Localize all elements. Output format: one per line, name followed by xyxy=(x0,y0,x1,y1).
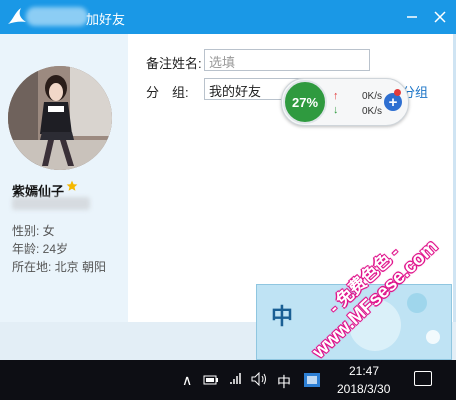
window-title: 加好友 xyxy=(86,12,126,27)
avatar xyxy=(8,66,112,170)
speedup-button[interactable]: + xyxy=(384,93,402,111)
notification-dot xyxy=(394,89,401,96)
show-hidden-icons-button[interactable]: ∧ xyxy=(182,372,192,389)
title-bar: 加好友 xyxy=(0,0,456,34)
network-speed-widget[interactable]: 27% ↑ 0K/s ↓ 0K/s + xyxy=(281,78,409,126)
battery-icon[interactable] xyxy=(203,374,219,386)
download-speed: 0K/s xyxy=(362,106,383,117)
blurred-account-id xyxy=(12,197,90,210)
group-select-value: 我的好友 xyxy=(209,84,262,99)
remark-input[interactable]: 选填 xyxy=(204,49,370,71)
download-arrow-icon: ↓ xyxy=(333,104,339,116)
app-tray-icon[interactable] xyxy=(303,372,321,388)
ime-switch-banner: 中 xyxy=(256,284,452,360)
clock-date[interactable]: 2018/3/30 xyxy=(337,382,390,396)
upload-arrow-icon: ↑ xyxy=(333,90,339,102)
avatar-photo xyxy=(8,66,112,170)
ime-banner-decoration xyxy=(349,293,440,351)
volume-icon[interactable] xyxy=(251,372,269,386)
taskbar: ∧ 中 21:47 2018/3/30 xyxy=(0,360,456,400)
remark-placeholder: 选填 xyxy=(209,55,236,70)
minimize-button[interactable] xyxy=(401,6,423,28)
location-info: 所在地: 北京 朝阳 xyxy=(12,260,107,274)
wifi-icon[interactable] xyxy=(229,372,245,386)
close-button[interactable] xyxy=(429,6,451,28)
upload-speed: 0K/s xyxy=(362,91,383,102)
usage-gauge: 27% xyxy=(283,80,327,124)
clock-time[interactable]: 21:47 xyxy=(349,364,379,378)
age-info: 年龄: 24岁 xyxy=(12,242,69,256)
gender-info: 性别: 女 xyxy=(12,224,55,238)
usage-percent: 27% xyxy=(291,94,319,110)
plus-icon: + xyxy=(388,93,398,111)
ime-indicator[interactable]: 中 xyxy=(277,372,291,392)
action-center-icon[interactable] xyxy=(414,371,432,386)
group-label: 分 组: xyxy=(146,85,189,100)
blurred-title-region xyxy=(26,7,88,26)
close-icon xyxy=(434,11,446,23)
remark-label: 备注姓名: xyxy=(146,56,202,71)
star-icon xyxy=(66,180,78,191)
minimize-icon xyxy=(407,16,417,18)
